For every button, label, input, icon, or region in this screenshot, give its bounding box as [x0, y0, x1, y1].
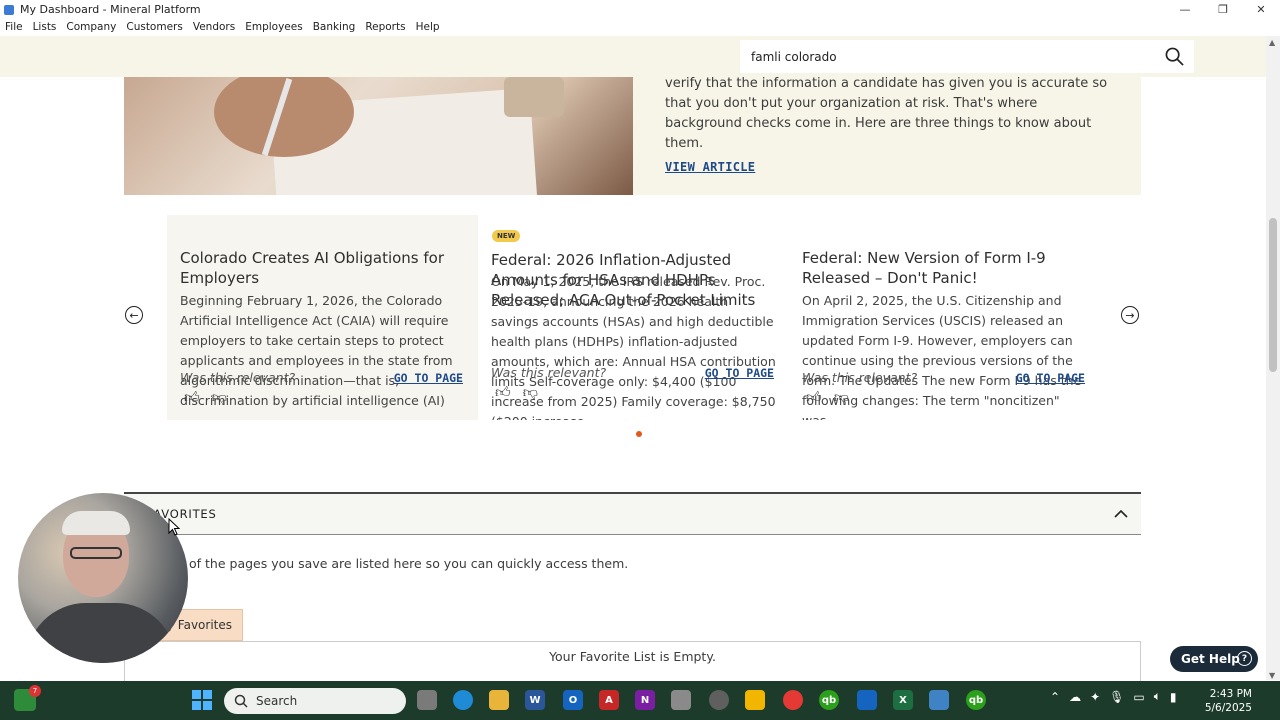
start-button[interactable]	[192, 690, 212, 710]
app-tray-icon[interactable]: ✦	[1090, 690, 1100, 704]
edge-browser-icon[interactable]	[453, 690, 473, 710]
microphone-icon[interactable]: 🎙︎	[1109, 690, 1124, 704]
mouse-cursor-icon	[168, 518, 180, 536]
menu-file[interactable]: File	[5, 21, 23, 33]
carousel-card[interactable]: Federal: New Version of Form I-9 Release…	[789, 215, 1100, 420]
search-input[interactable]: famli colorado	[740, 40, 1194, 73]
search-header: famli colorado	[0, 36, 1266, 77]
widgets-badge: 7	[29, 685, 41, 697]
thumbs-up-icon[interactable]: 👍︎	[184, 388, 200, 407]
menu-reports[interactable]: Reports	[365, 21, 405, 33]
carousel-dot-active[interactable]	[636, 431, 642, 437]
go-to-page-link[interactable]: GO TO PAGE	[1016, 371, 1085, 385]
taskbar-clock[interactable]: 2:43 PM 5/6/2025	[1205, 687, 1252, 715]
acrobat-icon[interactable]: A	[599, 690, 619, 710]
display-icon[interactable]: ▭	[1133, 690, 1144, 704]
arrow-left-icon: ←	[129, 308, 139, 322]
relevance-prompt: Was this relevant?	[802, 370, 918, 385]
scrollbar-thumb[interactable]	[1269, 218, 1277, 372]
menu-vendors[interactable]: Vendors	[193, 21, 235, 33]
menu-lists[interactable]: Lists	[33, 21, 57, 33]
window-controls: — ❐ ✕	[1166, 0, 1280, 19]
favorites-description: of the pages you save are listed here so…	[189, 556, 629, 571]
word-icon[interactable]: W	[525, 690, 545, 710]
taskbar-search-label: Search	[256, 694, 298, 708]
arrow-right-icon: →	[1125, 308, 1135, 322]
system-tray: ⌃ ☁ ✦ 🎙︎ ▭ 🔈︎ ▮	[1050, 689, 1177, 704]
get-help-label: Get Help	[1181, 652, 1240, 666]
relevance-prompt: Was this relevant?	[491, 365, 607, 380]
remote-desktop-icon[interactable]	[709, 690, 729, 710]
widgets-icon[interactable]: 7	[14, 685, 41, 711]
relevance-prompt: Was this relevant?	[180, 370, 296, 385]
window-title: My Dashboard - Mineral Platform	[20, 3, 201, 16]
view-article-link[interactable]: VIEW ARTICLE	[665, 160, 755, 174]
card-footer: Was this relevant? GO TO PAGE 👍︎ 👎︎	[802, 368, 1087, 418]
thumbs-up-icon[interactable]: 👍︎	[806, 388, 822, 407]
windows-taskbar: 7 Search W O A N qb X qb ⌃ ☁ ✦ 🎙︎ ▭ 🔈︎ ▮…	[0, 681, 1280, 720]
menu-help[interactable]: Help	[416, 21, 440, 33]
onedrive-icon[interactable]: ☁	[1069, 690, 1081, 704]
help-question-icon: ?	[1237, 651, 1252, 666]
notepad-icon[interactable]	[929, 690, 949, 710]
go-to-page-link[interactable]: GO TO PAGE	[394, 371, 463, 385]
search-value: famli colorado	[751, 49, 837, 64]
menu-banking[interactable]: Banking	[313, 21, 356, 33]
hero-article-image	[124, 77, 633, 195]
get-help-button[interactable]: Get Help ?	[1170, 646, 1258, 672]
thumbs-down-icon[interactable]: 👎︎	[212, 388, 227, 407]
battery-icon[interactable]: ▮	[1170, 690, 1177, 704]
quickbooks-icon[interactable]: qb	[819, 690, 839, 710]
task-view-icon[interactable]	[417, 690, 437, 710]
menu-employees[interactable]: Employees	[245, 21, 302, 33]
app-icon	[4, 4, 14, 15]
card-title[interactable]: Colorado Creates AI Obligations for Empl…	[180, 248, 465, 288]
carousel-card[interactable]: Colorado Creates AI Obligations for Empl…	[167, 215, 478, 420]
clock-time: 2:43 PM	[1209, 688, 1252, 700]
taskbar-search[interactable]: Search	[224, 688, 406, 714]
new-badge: NEW	[492, 230, 521, 242]
file-explorer-icon[interactable]	[489, 690, 509, 710]
menu-bar: File Lists Company Customers Vendors Emp…	[0, 19, 1280, 35]
favorites-empty-text: Your Favorite List is Empty.	[549, 649, 716, 664]
vertical-scrollbar[interactable]: ▲ ▼	[1266, 36, 1280, 680]
outlook-icon[interactable]: O	[563, 690, 583, 710]
quickbooks-online-icon[interactable]: qb	[966, 690, 986, 710]
taskbar-search-icon	[234, 694, 248, 708]
chrome-icon[interactable]	[783, 690, 803, 710]
restore-button[interactable]: ❐	[1204, 0, 1242, 19]
thumbs-down-icon[interactable]: 👎︎	[834, 388, 849, 407]
onenote-icon[interactable]: N	[635, 690, 655, 710]
snipping-tool-icon[interactable]	[671, 690, 691, 710]
search-icon[interactable]	[1165, 47, 1184, 66]
power-bi-icon[interactable]	[745, 690, 765, 710]
close-button[interactable]: ✕	[1242, 0, 1280, 19]
card-footer: Was this relevant? GO TO PAGE 👍︎ 👎︎	[491, 363, 776, 413]
title-bar: My Dashboard - Mineral Platform — ❐ ✕	[0, 0, 1280, 19]
menu-company[interactable]: Company	[66, 21, 116, 33]
card-footer: Was this relevant? GO TO PAGE 👍︎ 👎︎	[180, 368, 465, 418]
chevron-up-icon[interactable]	[1113, 506, 1129, 522]
go-to-page-link[interactable]: GO TO PAGE	[705, 366, 774, 380]
scroll-up-icon[interactable]: ▲	[1269, 38, 1275, 47]
favorites-empty-message: Your Favorite List is Empty.	[124, 641, 1141, 681]
minimize-button[interactable]: —	[1166, 0, 1204, 19]
menu-customers[interactable]: Customers	[126, 21, 182, 33]
favorites-panel-header[interactable]: FAVORITES	[124, 492, 1141, 535]
chevron-up-icon[interactable]: ⌃	[1050, 690, 1060, 704]
thumbs-down-icon[interactable]: 👎︎	[523, 383, 538, 402]
thumbs-up-icon[interactable]: 👍︎	[495, 383, 511, 402]
excel-icon[interactable]: X	[893, 690, 913, 710]
carousel-card[interactable]: NEW Federal: 2026 Inflation-Adjusted Amo…	[478, 215, 789, 420]
hero-article-text: verify that the information a candidate …	[633, 76, 1141, 195]
clock-date: 5/6/2025	[1204, 702, 1252, 714]
card-title[interactable]: Federal: New Version of Form I-9 Release…	[802, 248, 1087, 288]
carousel-next-button[interactable]: →	[1121, 306, 1139, 324]
mail-icon[interactable]	[857, 690, 877, 710]
hero-article-summary: verify that the information a candidate …	[665, 76, 1108, 151]
speaker-icon[interactable]: 🔈︎	[1154, 689, 1161, 704]
webcam-overlay	[18, 493, 188, 663]
scroll-down-icon[interactable]: ▼	[1269, 671, 1275, 680]
carousel-prev-button[interactable]: ←	[125, 306, 143, 324]
